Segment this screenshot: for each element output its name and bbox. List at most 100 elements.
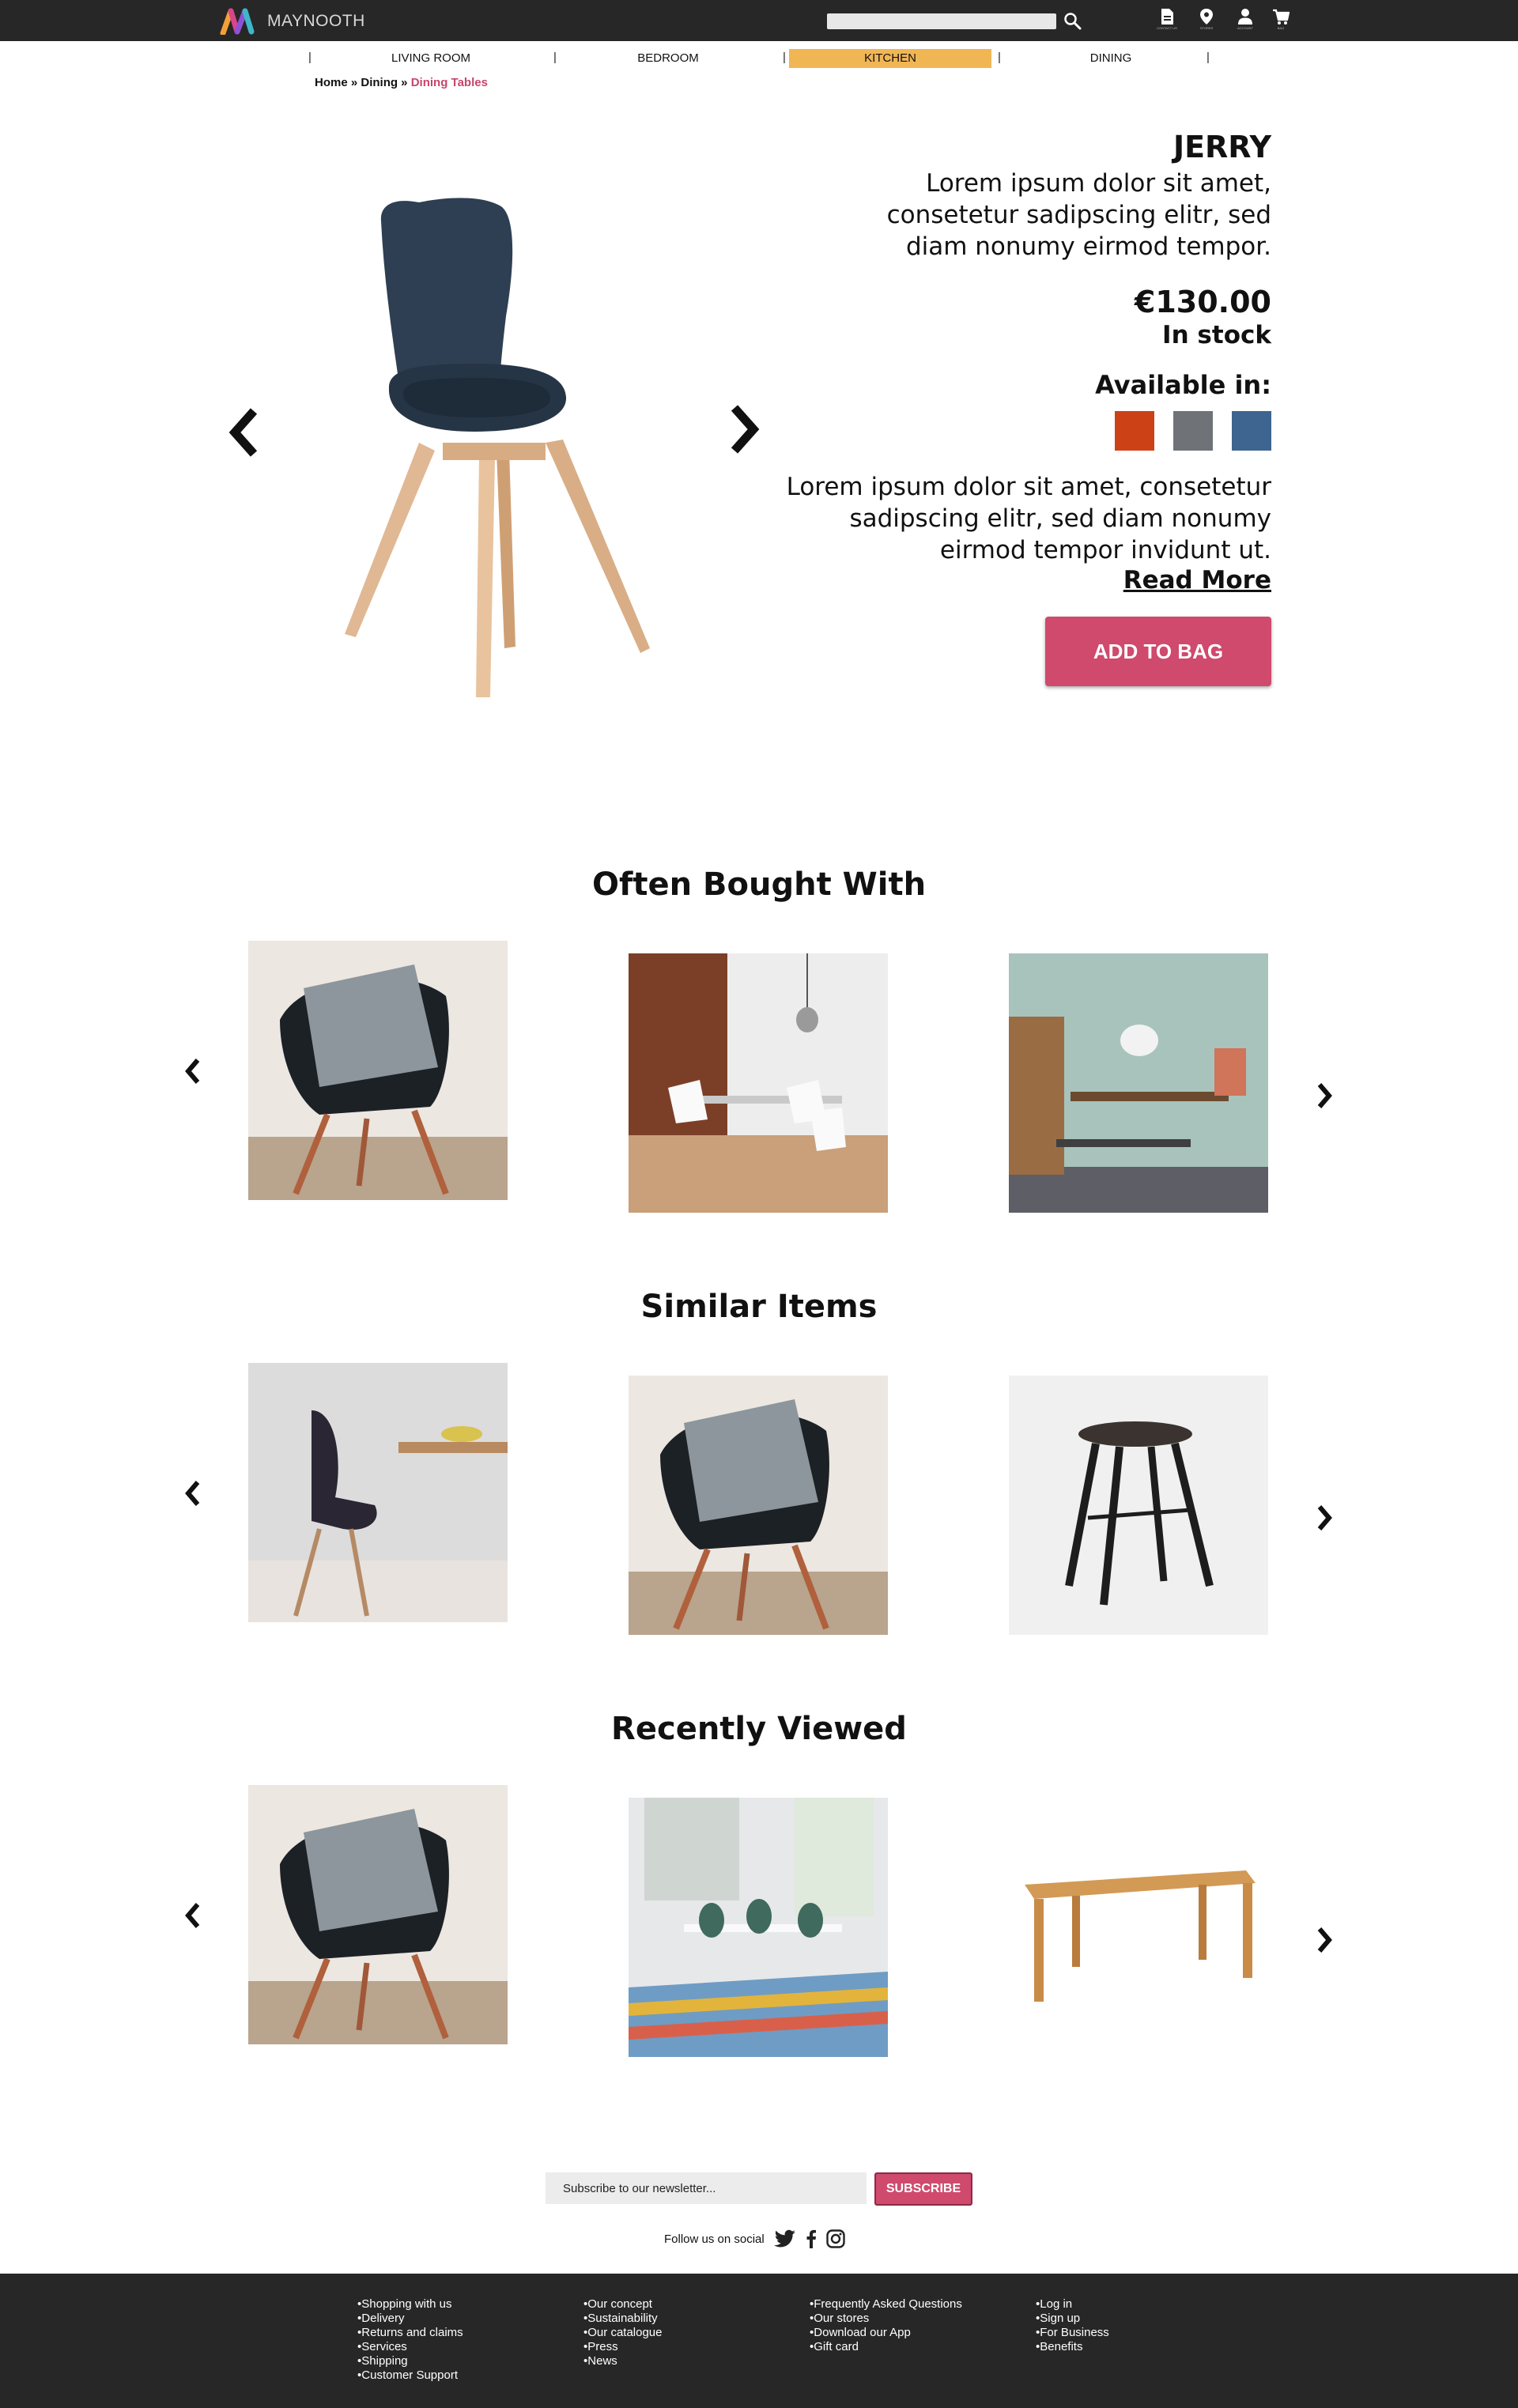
account-caption: ACCOUNT [1237,26,1253,30]
bag-caption: BAG [1277,26,1285,30]
document-icon [1161,9,1173,25]
stores-button[interactable]: STORES [1192,8,1221,36]
chevron-right-icon[interactable] [1312,1924,1336,1956]
footer-link[interactable]: Gift card [810,2340,962,2354]
dining-room-image [629,953,888,1213]
similar-items-title: Similar Items [640,1289,878,1325]
footer-link[interactable]: Download our App [810,2326,962,2340]
subscribe-button[interactable]: SUBSCRIBE [874,2172,972,2206]
chevron-left-icon[interactable] [181,1900,205,1931]
contact-caption: CONTACT US [1157,26,1177,30]
product-thumbnail[interactable] [629,1798,888,2057]
color-swatch-blue[interactable] [1232,411,1271,451]
footer-link[interactable]: Sign up [1036,2312,1109,2326]
chair-with-table-image [248,1363,508,1622]
breadcrumb-current: Dining Tables [410,76,488,89]
footer-link[interactable]: For Business [1036,2326,1109,2340]
nav-item-kitchen[interactable]: KITCHEN [789,49,991,68]
newsletter-email-input[interactable] [546,2172,867,2204]
breadcrumb: Home » Dining » Dining Tables [315,76,488,89]
stool-image [1009,1376,1268,1635]
often-bought-title: Often Bought With [591,866,927,903]
account-button[interactable]: ACCOUNT [1231,8,1259,36]
twitter-icon[interactable] [773,2229,796,2248]
bag-button[interactable]: BAG [1267,8,1295,36]
instagram-icon[interactable] [826,2229,845,2248]
armchair-with-cushion-image [248,941,508,1200]
product-description: Lorem ipsum dolor sit amet, consetetur s… [886,169,1271,261]
product-thumbnail[interactable] [248,941,508,1200]
location-pin-icon [1200,9,1213,25]
footer-link[interactable]: Our stores [810,2312,962,2326]
follow-label: Follow us on social [664,2232,765,2246]
product-thumbnail[interactable] [1009,953,1268,1213]
footer-link[interactable]: Our catalogue [583,2326,662,2340]
footer-column-about: Our concept Sustainability Our catalogue… [583,2297,663,2368]
color-swatches [1115,411,1271,451]
footer-link[interactable]: Services [357,2340,463,2354]
footer-link[interactable]: Benefits [1036,2340,1109,2354]
facebook-icon[interactable] [806,2229,817,2248]
available-colors-label: Available in: [1095,370,1271,400]
footer-link[interactable]: Frequently Asked Questions [810,2297,962,2312]
add-to-bag-button[interactable]: ADD TO BAG [1045,617,1271,686]
footer-link[interactable]: Shipping [357,2354,463,2368]
brand-logo[interactable]: MAYNOOTH [220,8,365,35]
product-price: €130.00 [1134,285,1271,319]
chevron-right-icon[interactable] [1312,1080,1336,1112]
footer-link[interactable]: Sustainability [583,2312,663,2326]
chevron-left-icon[interactable] [225,405,265,460]
contact-button[interactable]: CONTACT US [1153,8,1181,36]
nav-item-bedroom[interactable]: BEDROOM [601,49,735,68]
armchair-with-cushion-image [248,1785,508,2044]
chevron-left-icon[interactable] [181,1478,205,1509]
footer-column-help: Frequently Asked Questions Our stores Do… [810,2297,962,2354]
search-icon[interactable] [1063,11,1083,32]
nav-separator: | [998,51,1001,64]
product-thumbnail[interactable] [248,1363,508,1622]
chevron-left-icon[interactable] [181,1055,205,1087]
footer-link[interactable]: Returns and claims [357,2326,463,2340]
breadcrumb-home[interactable]: Home » [315,76,357,89]
footer: Shopping with us Delivery Returns and cl… [0,2274,1518,2408]
product-thumbnail[interactable] [248,1785,508,2044]
nav-item-dining[interactable]: DINING [1044,49,1178,68]
footer-column-shopping: Shopping with us Delivery Returns and cl… [357,2297,463,2383]
chevron-right-icon[interactable] [723,402,763,457]
search-input[interactable] [827,13,1056,29]
breadcrumb-dining[interactable]: Dining » [361,76,407,89]
footer-link[interactable]: Our concept [583,2297,663,2312]
dining-room-image [1009,953,1268,1213]
product-thumbnail[interactable] [629,1376,888,1635]
footer-link[interactable]: Shopping with us [357,2297,463,2312]
product-thumbnail[interactable] [1009,1798,1268,2057]
footer-link[interactable]: News [583,2354,663,2368]
product-thumbnail[interactable] [629,953,888,1213]
footer-link[interactable]: Log in [1036,2297,1109,2312]
nav-item-living-room[interactable]: LIVING ROOM [364,49,498,68]
color-swatch-grey[interactable] [1173,411,1213,451]
nav-separator: | [553,51,557,64]
social-links: Follow us on social [664,2225,845,2253]
dining-room-image [629,1798,888,2057]
footer-link[interactable]: Press [583,2340,663,2354]
nav-separator: | [1206,51,1210,64]
chevron-right-icon[interactable] [1312,1502,1336,1534]
nav-separator: | [308,51,312,64]
product-thumbnail[interactable] [1009,1376,1268,1635]
footer-link[interactable]: Delivery [357,2312,463,2326]
footer-column-account: Log in Sign up For Business Benefits [1036,2297,1109,2354]
armchair-with-cushion-image [629,1376,888,1635]
stores-caption: STORES [1199,26,1214,30]
brand-name: MAYNOOTH [267,12,365,30]
product-name: JERRY [1172,130,1271,164]
user-icon [1238,9,1252,25]
recently-viewed-title: Recently Viewed [611,1711,907,1747]
stock-status: In stock [1162,321,1271,349]
footer-link[interactable]: Customer Support [357,2368,463,2383]
top-bar: MAYNOOTH CONTACT US STORES ACCOUNT BAG [0,0,1518,41]
color-swatch-orange[interactable] [1115,411,1154,451]
nav-separator: | [783,51,786,64]
product-long-description: Lorem ipsum dolor sit amet, consetetur s… [786,473,1271,564]
read-more-link[interactable]: Read More [1123,566,1271,594]
